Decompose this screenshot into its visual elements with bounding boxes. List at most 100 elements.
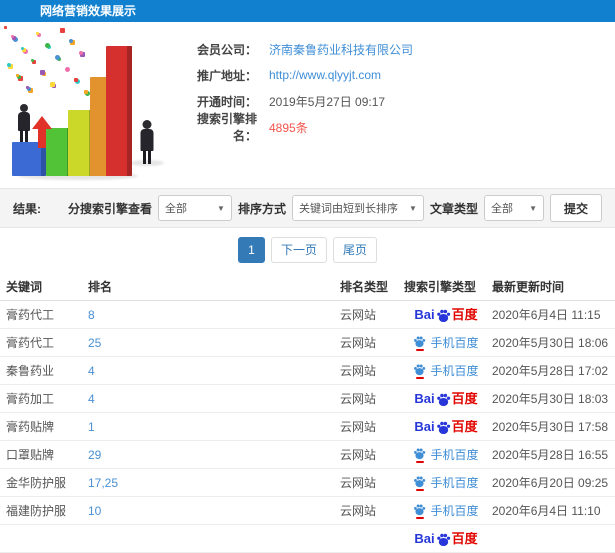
info-value-1[interactable]: http://www.qlyyjt.com — [269, 68, 381, 82]
page-button-1[interactable]: 下一页 — [270, 237, 327, 263]
mobile-baidu-label: 手机百度 — [430, 336, 479, 350]
mobile-baidu-logo: 手机百度 — [413, 446, 479, 463]
engine-cell: 手机百度 — [400, 474, 492, 491]
rank-link[interactable]: 1 — [88, 420, 340, 434]
rank-type-cell: 云网站 — [340, 364, 377, 378]
rank-link[interactable]: 4 — [88, 364, 340, 378]
mobile-baidu-label: 手机百度 — [430, 504, 479, 518]
article-type-value: 全部 — [490, 203, 513, 215]
baidu-logo: Bai 百度 — [414, 419, 478, 434]
result-label: 结果: — [13, 201, 41, 216]
table-row: 秦鲁药业 4 云网站 手机百度 2020年5月28日 17:02 — [0, 357, 615, 385]
confetti-dot — [45, 43, 50, 48]
engine-cell: Bai 百度 — [400, 308, 492, 322]
keyword-cell: 膏药代工 — [6, 336, 55, 350]
mobile-baidu-icon — [413, 447, 426, 463]
table-header-row: 关键词 排名 排名类型 搜索引擎类型 最新更新时间 — [0, 272, 615, 301]
company-info-panel: 会员公司： 济南秦鲁药业科技有限公司推广地址： http://www.qlyyjt.… — [175, 22, 615, 188]
keyword-cell: 秦鲁药业 — [6, 364, 55, 378]
engine-cell: Bai 百度 — [400, 392, 492, 406]
confetti-dot — [74, 78, 78, 82]
page-button-2[interactable]: 尾页 — [333, 237, 378, 263]
engine-filter-select[interactable]: 全部 ▼ — [157, 195, 232, 221]
rank-link[interactable]: 10 — [88, 504, 340, 518]
mobile-baidu-icon — [413, 503, 426, 519]
column-header-3: 搜索引擎类型 — [404, 279, 477, 294]
rank-type-cell: 云网站 — [340, 392, 377, 406]
mobile-baidu-icon — [413, 363, 426, 379]
confetti-dot — [31, 59, 34, 62]
update-time-cell: 2020年5月30日 17:58 — [492, 420, 609, 434]
update-time-cell: 2020年6月20日 09:25 — [492, 476, 609, 490]
confetti-dot — [26, 86, 29, 89]
baidu-paw-icon — [436, 533, 450, 546]
page-title: 网络营销效果展示 — [40, 4, 137, 18]
confetti-dot — [36, 32, 39, 35]
submit-button[interactable]: 提交 — [549, 194, 602, 222]
baidu-logo: Bai 百度 — [414, 532, 478, 546]
update-time-cell: 2020年5月28日 16:55 — [492, 448, 609, 462]
confetti-dot — [65, 67, 70, 72]
confetti-dot — [50, 82, 55, 87]
info-row: 搜索引擎排名： 4895条 — [175, 112, 615, 143]
rank-link[interactable]: 8 — [88, 308, 340, 322]
mobile-baidu-label: 手机百度 — [430, 448, 479, 462]
table-row: 膏药加工 4 云网站 Bai 百度 2020年5月30日 18:03 — [0, 385, 615, 413]
engine-cell: Bai 百度 — [400, 420, 492, 434]
confetti-dot — [16, 74, 19, 77]
info-value-0[interactable]: 济南秦鲁药业科技有限公司 — [269, 41, 413, 58]
update-time-cell: 2020年6月4日 11:10 — [492, 504, 601, 518]
rank-link[interactable]: 29 — [88, 448, 340, 462]
confetti-dot — [60, 28, 65, 33]
rank-link[interactable]: 4 — [88, 392, 340, 406]
engine-filter-value: 全部 — [164, 203, 187, 215]
column-header-2: 排名类型 — [340, 279, 389, 294]
app-header: 网络营销效果展示 — [0, 0, 615, 22]
column-header-4: 最新更新时间 — [492, 279, 565, 294]
keyword-cell: 福建防护服 — [6, 504, 67, 518]
sort-order-value: 关键词由短到长排序 — [298, 203, 398, 215]
sort-order-select[interactable]: 关键词由短到长排序 ▼ — [291, 195, 424, 221]
engine-cell: 手机百度 — [400, 446, 492, 463]
baidu-logo-text-red: 百度 — [451, 307, 478, 322]
mobile-baidu-icon-underline — [415, 460, 424, 463]
table-body: 膏药代工 8 云网站 Bai 百度 2020年6月4日 11:15 膏药代工 25 云网站 手机百… — [0, 301, 615, 553]
page-button-0[interactable]: 1 — [237, 237, 265, 263]
sort-filter-label: 排序方式 — [237, 201, 286, 216]
baidu-paw-icon — [436, 393, 450, 406]
article-type-select[interactable]: 全部 ▼ — [483, 195, 544, 221]
rank-type-cell: 云网站 — [340, 308, 377, 322]
update-time-cell: 2020年5月30日 18:06 — [492, 336, 609, 350]
mobile-baidu-icon-underline — [415, 376, 424, 379]
chart-bar-red — [106, 46, 132, 176]
update-time-cell: 2020年5月28日 17:02 — [492, 364, 609, 378]
keyword-cell: 膏药加工 — [6, 392, 55, 406]
confetti-dot — [4, 26, 7, 29]
baidu-logo-text: Bai — [414, 391, 435, 406]
baidu-paw-icon — [414, 335, 426, 347]
info-row: 会员公司： 济南秦鲁药业科技有限公司 — [175, 36, 615, 62]
info-label: 推广地址： — [196, 68, 257, 83]
table-row: 福建防护服 10 云网站 手机百度 2020年6月4日 11:10 — [0, 497, 615, 525]
baidu-paw-icon — [414, 363, 426, 375]
table-row: 口罩贴牌 29 云网站 手机百度 2020年5月28日 16:55 — [0, 441, 615, 469]
engine-cell: Bai 百度 — [400, 532, 492, 546]
confetti-dot — [40, 70, 45, 75]
confetti-dot — [21, 47, 24, 50]
info-value-2: 2019年5月27日 09:17 — [269, 94, 386, 109]
info-label: 开通时间： — [196, 94, 257, 109]
baidu-paw-icon — [414, 475, 426, 487]
filter-controls: 分搜索引擎查看 全部 ▼ 排序方式 关键词由短到长排序 ▼ 文章类型 全部 ▼ … — [68, 194, 602, 222]
mobile-baidu-icon — [413, 475, 426, 491]
rank-link[interactable]: 25 — [88, 336, 340, 350]
baidu-logo-text: Bai — [414, 419, 435, 434]
table-row: Bai 百度 — [0, 525, 615, 553]
pagination: 1 下一页 尾页 — [0, 228, 615, 272]
confetti-dot — [7, 63, 11, 67]
keyword-cell: 口罩贴牌 — [6, 448, 55, 462]
confetti-dot — [55, 55, 60, 60]
table-row: 膏药代工 25 云网站 手机百度 2020年5月30日 18:06 — [0, 329, 615, 357]
rank-link[interactable]: 17,25 — [88, 476, 340, 490]
baidu-paw-icon — [414, 447, 426, 459]
filter-bar: 结果: 分搜索引擎查看 全部 ▼ 排序方式 关键词由短到长排序 ▼ 文章类型 全… — [0, 188, 615, 228]
